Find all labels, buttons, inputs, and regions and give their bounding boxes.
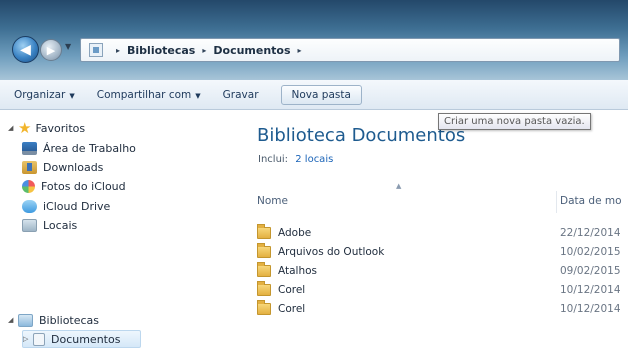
- folder-icon: [257, 243, 271, 258]
- column-header-name[interactable]: Nome: [257, 195, 288, 207]
- arrow-left-icon: ◀: [20, 41, 31, 58]
- organize-menu[interactable]: Organizar ▼: [14, 89, 75, 101]
- folder-location-icon: [89, 43, 103, 57]
- nav-favorites-label: Favoritos: [35, 121, 86, 135]
- library-title: Biblioteca Documentos: [257, 125, 466, 146]
- star-icon: ★: [18, 118, 32, 137]
- nav-item-label: Fotos do iCloud: [41, 179, 126, 193]
- nav-item-downloads[interactable]: Downloads: [22, 158, 103, 176]
- chevron-down-icon: ▼: [195, 91, 201, 100]
- file-date: 10/02/2015: [560, 246, 621, 258]
- command-bar: Organizar ▼ Compartilhar com ▼ Gravar Nova…: [0, 80, 628, 110]
- nav-item-icloud-drive[interactable]: iCloud Drive: [22, 197, 110, 215]
- address-bar[interactable]: ▸ Bibliotecas ▸ Documentos ▸: [80, 38, 620, 62]
- file-date: 10/12/2014: [560, 284, 621, 296]
- file-row[interactable]: Atalhos 09/02/2015: [238, 262, 628, 282]
- photos-icon: [22, 179, 35, 193]
- organize-label: Organizar: [14, 88, 66, 101]
- share-with-menu[interactable]: Compartilhar com ▼: [97, 89, 201, 101]
- folder-icon: [257, 224, 271, 239]
- new-folder-tooltip: Criar uma nova pasta vazia.: [438, 113, 591, 130]
- nav-item-label: Documentos: [51, 332, 121, 346]
- column-header-row: ▲ Nome Data de mo: [238, 182, 628, 213]
- nav-item-documentos[interactable]: ▷ Documentos: [22, 330, 142, 348]
- share-with-label: Compartilhar com: [96, 88, 192, 101]
- file-date: 10/12/2014: [560, 303, 621, 315]
- downloads-folder-icon: [22, 160, 37, 174]
- column-header-date[interactable]: Data de mo: [560, 195, 622, 207]
- expand-arrow-icon[interactable]: ◢: [8, 124, 18, 132]
- nav-favorites[interactable]: ◢ ★ Favoritos: [8, 119, 85, 137]
- file-name: Atalhos: [278, 265, 318, 277]
- nav-item-label: Área de Trabalho: [43, 141, 136, 155]
- folder-icon: [257, 300, 271, 315]
- documents-library-icon: [33, 332, 45, 346]
- forward-button[interactable]: ▶: [40, 39, 62, 61]
- nav-item-label: Locais: [43, 218, 78, 232]
- arrow-right-icon: ▶: [46, 43, 56, 57]
- includes-locations-link[interactable]: 2 locais: [295, 154, 333, 165]
- burn-button[interactable]: Gravar: [223, 89, 259, 101]
- file-row[interactable]: Arquivos do Outlook 10/02/2015: [238, 243, 628, 263]
- recent-pages-dropdown[interactable]: ▼: [65, 42, 71, 51]
- new-folder-button[interactable]: Nova pasta: [280, 84, 362, 105]
- file-row[interactable]: Corel 10/12/2014: [238, 281, 628, 301]
- column-divider[interactable]: [556, 191, 557, 213]
- file-name: Corel: [278, 284, 306, 296]
- nav-libraries[interactable]: ◢ Bibliotecas: [8, 311, 99, 329]
- collapse-arrow-icon[interactable]: ▷: [23, 335, 33, 343]
- breadcrumb-separator[interactable]: ▸: [202, 46, 206, 55]
- folder-icon: [257, 262, 271, 277]
- navigation-pane: ◢ ★ Favoritos Área de Trabalho Downloads…: [0, 111, 232, 350]
- nav-item-label: iCloud Drive: [43, 199, 111, 213]
- file-name: Adobe: [278, 227, 312, 239]
- desktop-icon: [22, 141, 37, 155]
- expand-arrow-icon[interactable]: ◢: [8, 316, 18, 324]
- libraries-icon: [18, 313, 33, 327]
- back-button[interactable]: ◀: [12, 36, 39, 63]
- file-date: 09/02/2015: [560, 265, 621, 277]
- file-name: Corel: [278, 303, 306, 315]
- nav-libraries-label: Bibliotecas: [39, 313, 100, 327]
- recent-places-icon: [22, 218, 37, 232]
- breadcrumb-separator[interactable]: ▸: [116, 46, 120, 55]
- breadcrumb-separator[interactable]: ▸: [298, 46, 302, 55]
- includes-label: Inclui:: [258, 154, 289, 165]
- nav-item-area-de-trabalho[interactable]: Área de Trabalho: [22, 139, 136, 157]
- sort-ascending-icon: ▲: [396, 182, 402, 190]
- nav-item-fotos-do-icloud[interactable]: Fotos do iCloud: [22, 177, 126, 195]
- folder-icon: [257, 281, 271, 296]
- file-date: 22/12/2014: [560, 227, 621, 239]
- content-pane: Biblioteca Documentos Inclui: 2 locais ▲…: [238, 111, 628, 350]
- file-row[interactable]: Corel 10/12/2014: [238, 300, 628, 320]
- library-includes: Inclui: 2 locais: [258, 154, 333, 165]
- breadcrumb-bibliotecas[interactable]: Bibliotecas: [127, 44, 195, 57]
- nav-item-label: Downloads: [43, 160, 104, 174]
- nav-item-locais[interactable]: Locais: [22, 216, 77, 234]
- cloud-icon: [22, 199, 37, 213]
- breadcrumb-documentos[interactable]: Documentos: [213, 44, 290, 57]
- file-name: Arquivos do Outlook: [278, 246, 385, 258]
- file-row[interactable]: Adobe 22/12/2014: [238, 224, 628, 244]
- title-bar: ◀ ▶ ▼ ▸ Bibliotecas ▸ Documentos ▸: [0, 0, 628, 80]
- chevron-down-icon: ▼: [69, 91, 75, 100]
